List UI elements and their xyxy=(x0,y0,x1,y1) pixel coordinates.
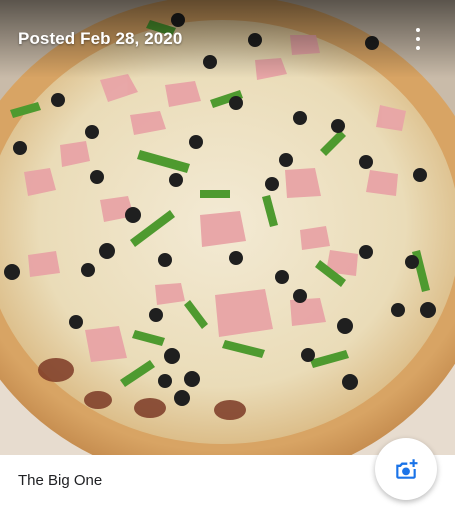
more-dot xyxy=(416,37,420,41)
photo-viewer: Posted Feb 28, 2020 The Big One xyxy=(0,0,455,512)
more-dot xyxy=(416,46,420,50)
pizza-image xyxy=(0,0,455,455)
photo-caption: The Big One xyxy=(18,472,103,489)
more-vert-icon[interactable] xyxy=(409,28,427,50)
pizza-photo[interactable] xyxy=(0,0,455,455)
add-photo-button[interactable] xyxy=(375,438,437,500)
more-dot xyxy=(416,28,420,32)
posted-date: Posted Feb 28, 2020 xyxy=(18,29,183,48)
add-photo-camera-icon xyxy=(396,459,418,479)
